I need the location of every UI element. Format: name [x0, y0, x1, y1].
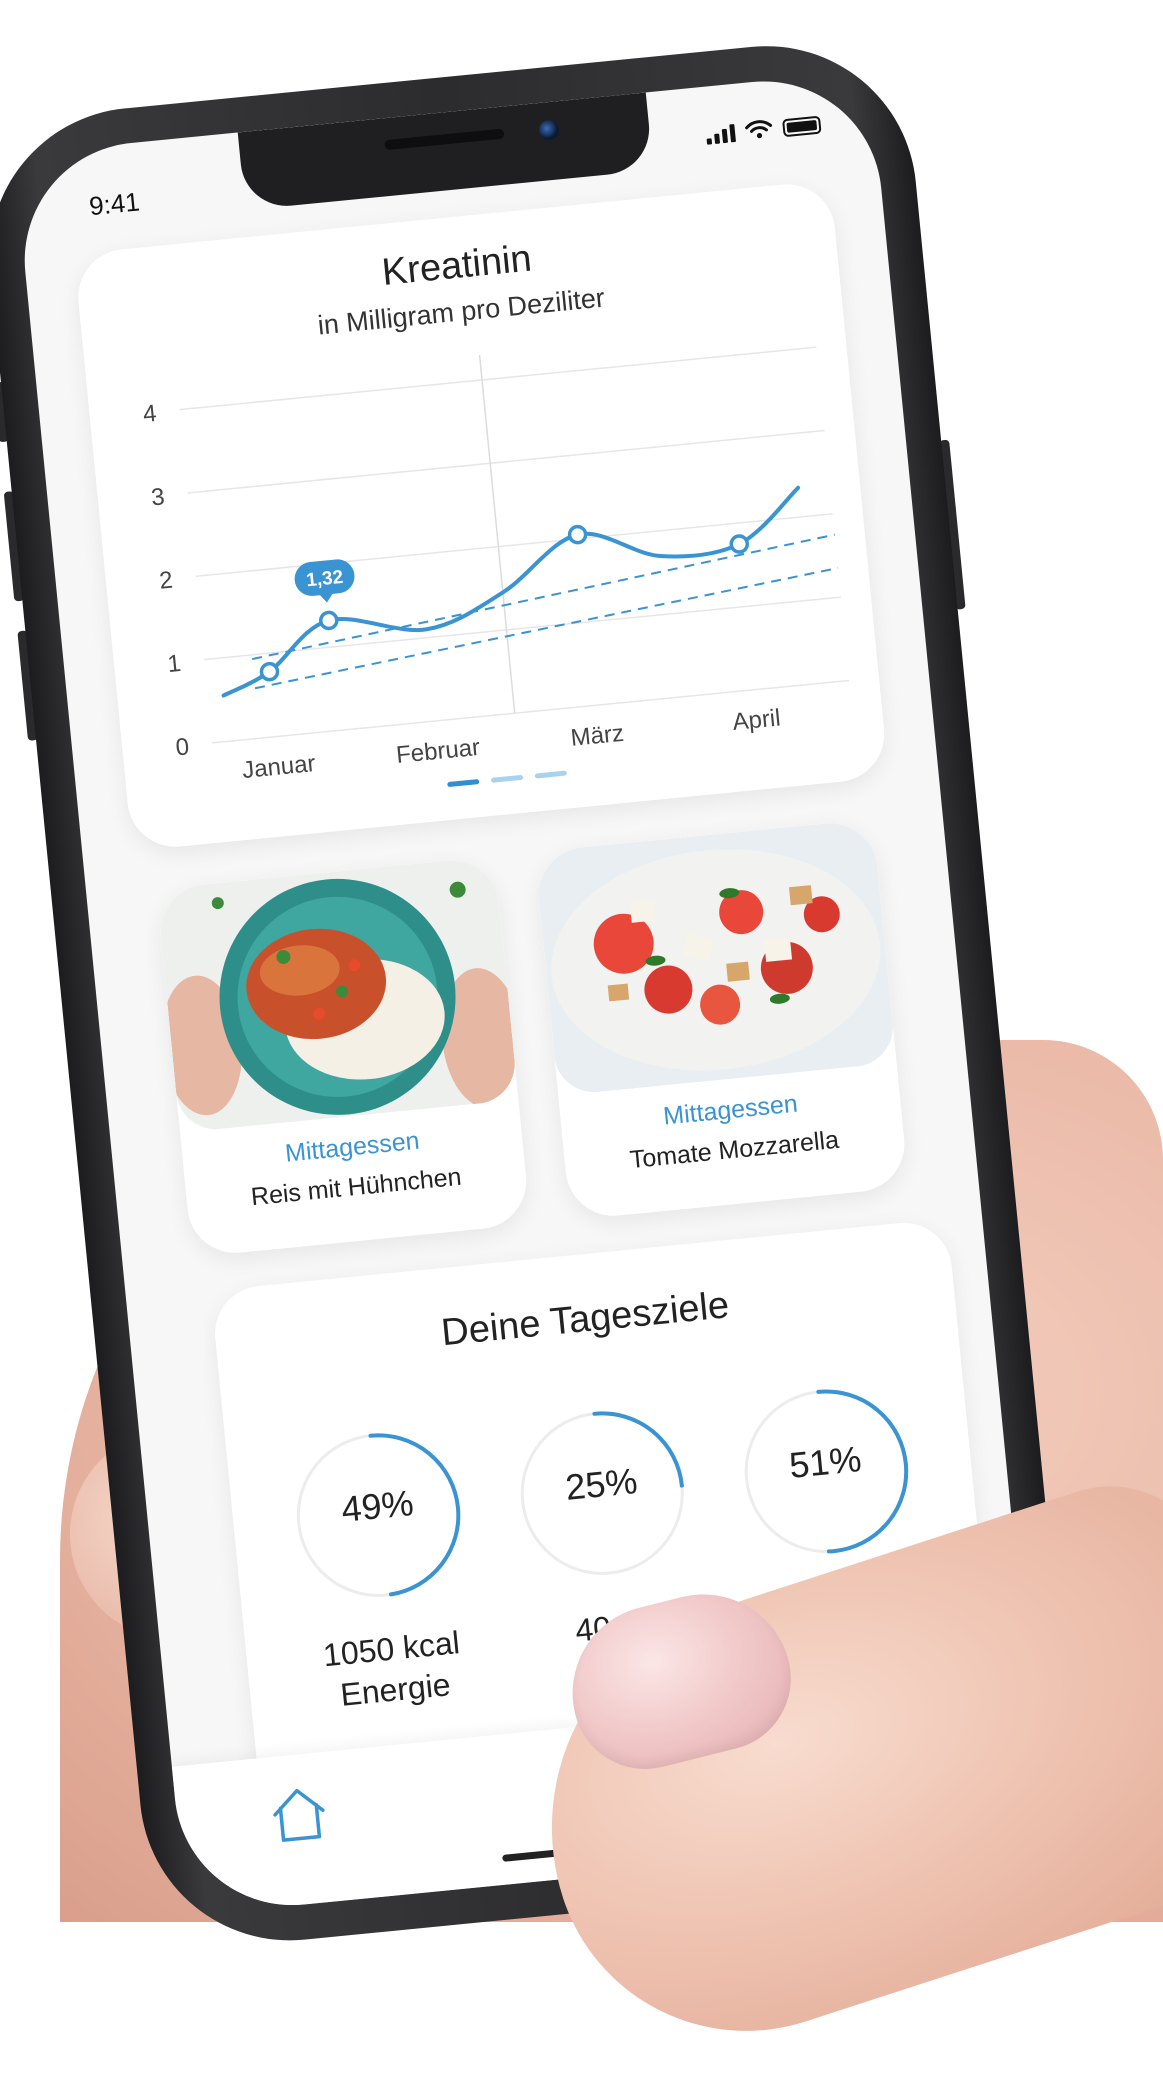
kreatinin-chart-card[interactable]: Kreatinin in Milligram pro Deziliter 012… [73, 179, 889, 852]
value-tooltip-pointer [319, 592, 334, 603]
x-tick-label: März [569, 720, 625, 752]
pager-dot[interactable] [490, 774, 524, 783]
y-tick-label: 0 [174, 733, 190, 761]
x-tick-label: Februar [395, 734, 481, 769]
goals-title: Deine Tagesziele [439, 1284, 731, 1355]
pager-dot[interactable] [447, 779, 480, 788]
pager-dot[interactable] [534, 770, 568, 779]
y-tick-label: 2 [158, 567, 174, 595]
wifi-icon [745, 120, 773, 139]
status-icons [705, 114, 822, 145]
meal-card-reis-mit-huehnchen[interactable]: Mittagessen Reis mit Hühnchen [156, 855, 531, 1258]
meal-image-rice-chicken [156, 855, 519, 1133]
x-tick-label: Januar [241, 750, 317, 784]
y-tick-label: 1 [166, 650, 182, 678]
home-icon[interactable] [264, 1782, 334, 1848]
data-point [259, 661, 280, 682]
battery-icon [782, 115, 822, 138]
status-time: 9:41 [87, 186, 142, 222]
data-point [567, 524, 588, 545]
gridline [203, 596, 842, 661]
y-tick-label: 3 [150, 483, 166, 511]
gridline [179, 346, 817, 411]
kreatinin-line-chart: 0 1 2 3 4 Januar Februar März April 1,32 [142, 346, 850, 784]
data-point [319, 610, 339, 631]
meal-card-tomate-mozzarella[interactable]: Mittagessen Tomate Mozzarella [534, 818, 909, 1221]
reference-line [251, 533, 836, 661]
data-point [729, 534, 750, 554]
signal-icon [705, 122, 737, 145]
meal-image-tomato-mozzarella [534, 818, 897, 1096]
x-tick-label: April [731, 704, 781, 736]
value-tooltip-label: 1,32 [305, 567, 344, 592]
gridline [187, 429, 825, 494]
goal-item[interactable]: 49% 1050 kcal Energie [265, 1416, 502, 1719]
vertical-gridline [478, 354, 516, 714]
speaker [384, 128, 505, 151]
front-camera [538, 119, 560, 142]
y-tick-label: 4 [142, 400, 158, 428]
